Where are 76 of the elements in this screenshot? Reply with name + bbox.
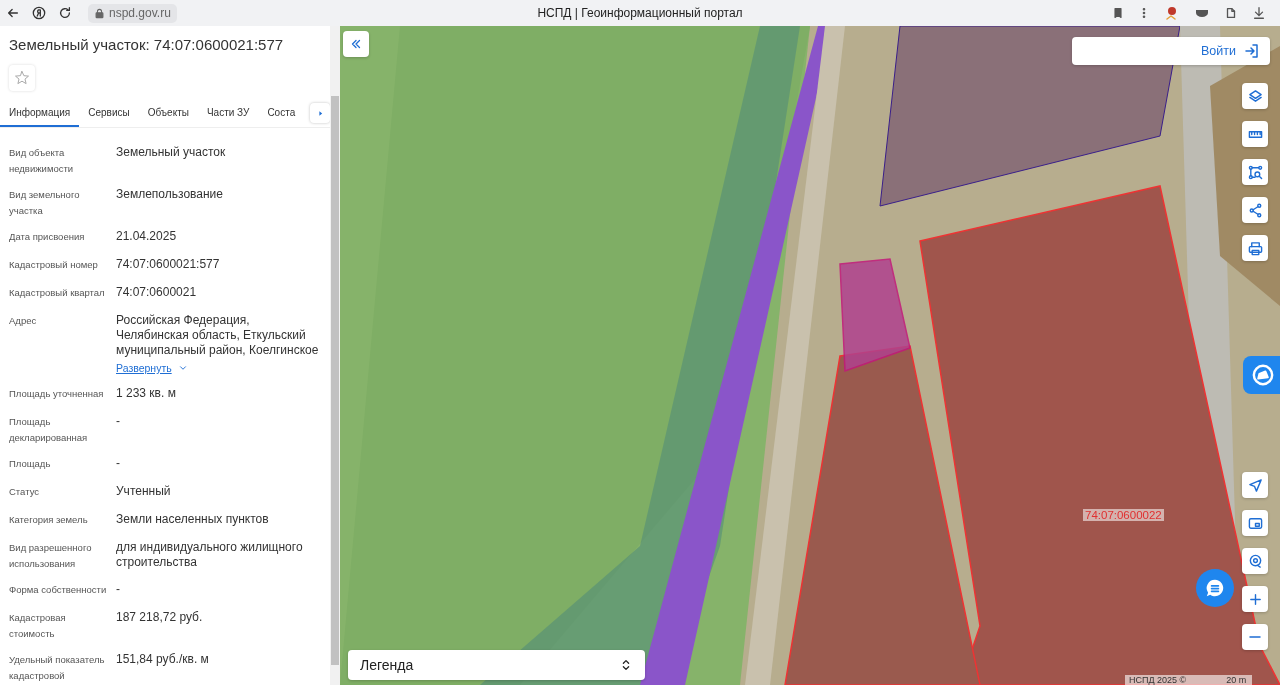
- download-icon: [1252, 6, 1266, 20]
- property-value: Российская Федерация, Челябинская область, Еткульский муниципальный район, Коелгинское: [116, 313, 320, 358]
- share-button[interactable]: [1242, 197, 1268, 223]
- circle-logo-icon: [32, 6, 46, 20]
- property-value: 21.04.2025: [116, 229, 178, 244]
- reload-icon: [58, 6, 72, 20]
- expand-link[interactable]: Развернуть: [116, 362, 188, 374]
- property-label: Дата присвоения: [9, 230, 86, 244]
- tab[interactable]: Объекты: [138, 99, 198, 127]
- property-value: Земельный участок: [116, 145, 227, 160]
- tab[interactable]: Информация: [0, 99, 80, 127]
- property-label: Кадастровый квартал: [9, 286, 106, 300]
- property-value: 74:07:0600021:577: [116, 257, 221, 272]
- property-label: Категория земель: [9, 513, 89, 527]
- minimap-icon: [1247, 515, 1263, 531]
- property-value: -: [116, 414, 121, 429]
- property-label: Вид объекта недвижимости: [9, 146, 75, 176]
- address-bar[interactable]: nspd.gov.ru: [88, 3, 177, 23]
- property-value: Землепользование: [116, 187, 224, 202]
- area-select-button[interactable]: [1242, 159, 1268, 185]
- navigation-arrow-icon: [1247, 477, 1263, 493]
- property-label: Площадь декларированная: [9, 415, 89, 445]
- zoom-in-button[interactable]: [1242, 586, 1268, 612]
- location-pin-button[interactable]: [1242, 548, 1268, 574]
- print-button[interactable]: [1242, 235, 1268, 261]
- ruler-button[interactable]: [1242, 121, 1268, 147]
- double-chevron-left-icon: [349, 37, 363, 51]
- back-arrow-icon: [6, 6, 20, 20]
- login-icon: [1244, 43, 1260, 59]
- location-pin-icon: [1247, 553, 1263, 569]
- zoom-out-button[interactable]: [1242, 624, 1268, 650]
- parcel-title: Земельный участок: 74:07:0600021:577: [9, 36, 285, 53]
- legend-dropdown[interactable]: Легенда: [348, 650, 645, 680]
- tab[interactable]: Соста: [258, 99, 305, 127]
- minimap-button[interactable]: [1242, 510, 1268, 536]
- collapse-panel-button[interactable]: [343, 31, 369, 57]
- print-icon: [1247, 240, 1263, 256]
- feedback-tab-button[interactable]: [1243, 356, 1280, 394]
- property-label: Статус: [9, 485, 41, 499]
- property-value: 151,84 руб./кв. м: [116, 652, 210, 667]
- property-label: Кадастровая стоимость: [9, 611, 67, 641]
- property-value: 187 218,72 руб.: [116, 610, 204, 625]
- share-icon: [1247, 202, 1263, 218]
- lock-icon: [94, 7, 105, 19]
- zoom-in-icon: [1247, 591, 1263, 607]
- tab[interactable]: Сервисы: [79, 99, 139, 127]
- parcel-number-label: 74:07:0600022: [1083, 509, 1164, 521]
- property-value: -: [116, 456, 121, 471]
- map-attribution: НСПД 2025 ©: [1129, 675, 1187, 685]
- property-label: Вид разрешенного использования: [9, 541, 93, 571]
- navigation-arrow-button[interactable]: [1242, 472, 1268, 498]
- property-value: Учтенный: [116, 484, 172, 499]
- property-label: Удельный показатель кадастровой: [9, 653, 106, 683]
- layers-button[interactable]: [1242, 83, 1268, 109]
- property-value: Земли населенных пунктов: [116, 512, 270, 527]
- property-label: Кадастровый номер: [9, 258, 99, 272]
- layers-icon: [1247, 88, 1263, 104]
- chat-icon: [1204, 577, 1226, 599]
- property-label: Адрес: [9, 314, 38, 328]
- property-value: для индивидуального жилищного строительства: [116, 540, 304, 570]
- property-label: Площадь: [9, 457, 52, 471]
- login-button[interactable]: Войти: [1072, 37, 1270, 65]
- star-icon: [14, 70, 30, 86]
- property-value: -: [116, 582, 121, 597]
- property-label: Форма собственности: [9, 583, 108, 597]
- scale-label: 20 m: [1226, 675, 1247, 685]
- tab[interactable]: Части ЗУ: [197, 99, 259, 127]
- page-title: НСПД | Геоинформационный портал: [537, 6, 743, 20]
- bookmark-icon: [1112, 7, 1124, 19]
- property-label: Вид земельного участка: [9, 188, 81, 218]
- chevron-down-icon: [177, 363, 188, 373]
- scrollbar[interactable]: [330, 26, 340, 685]
- property-value: 1 233 кв. м: [116, 386, 177, 401]
- property-value: 74:07:0600021: [116, 285, 198, 300]
- property-label: Площадь уточненная: [9, 387, 105, 401]
- area-select-icon: [1247, 164, 1263, 180]
